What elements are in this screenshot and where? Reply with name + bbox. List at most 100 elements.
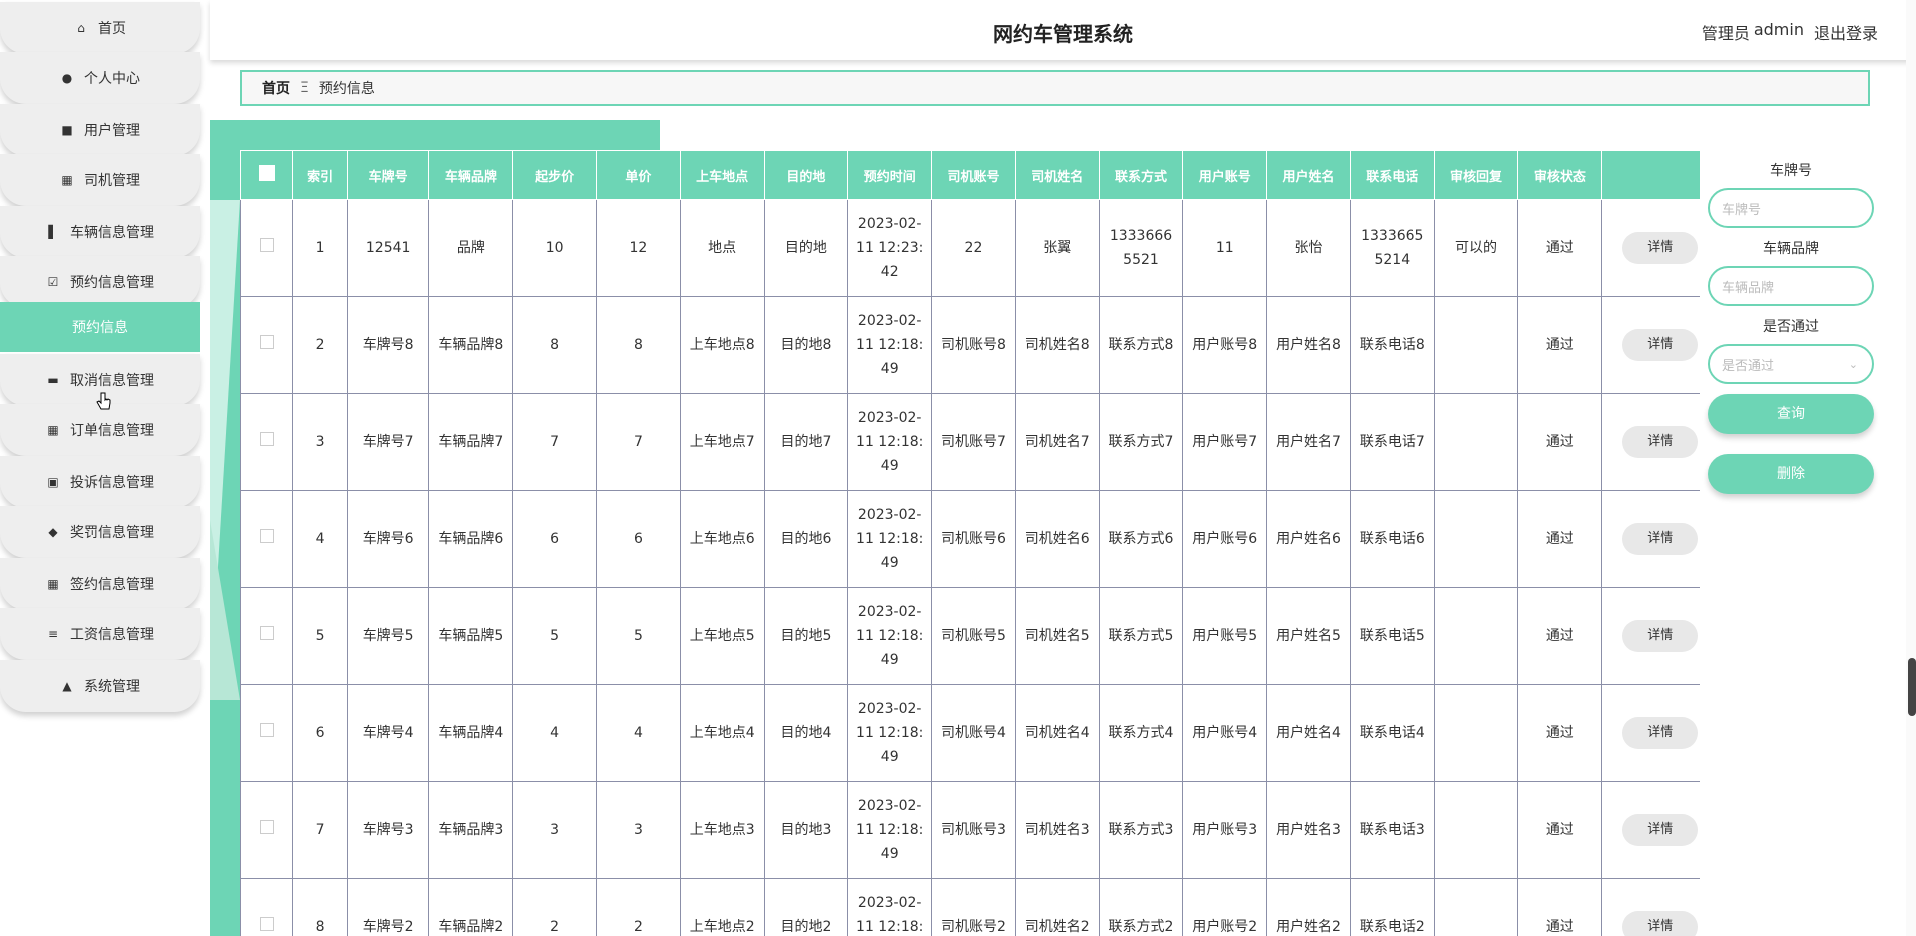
table-cell: 联系方式2 bbox=[1098, 878, 1184, 936]
sidebar-item-6[interactable]: 预约信息 bbox=[0, 302, 200, 352]
row-checkbox[interactable] bbox=[259, 432, 274, 446]
row-select-cell bbox=[240, 393, 294, 491]
column-header: 司机姓名 bbox=[1014, 150, 1100, 200]
sidebar-item-12[interactable]: ≡ 工资信息管理 bbox=[0, 608, 200, 660]
sidebar-item-5[interactable]: ☑ 预约信息管理 bbox=[0, 256, 200, 308]
row-select-cell bbox=[240, 296, 294, 394]
table-cell: 用户账号8 bbox=[1182, 296, 1268, 394]
sidebar-item-label: 司机管理 bbox=[84, 173, 140, 189]
row-checkbox[interactable] bbox=[259, 917, 274, 931]
sidebar-item-3[interactable]: ▦ 司机管理 bbox=[0, 154, 200, 206]
row-checkbox[interactable] bbox=[259, 820, 274, 834]
table-cell: 2 bbox=[292, 296, 348, 394]
table-cell: 4 bbox=[292, 490, 348, 588]
row-select-cell bbox=[240, 199, 294, 297]
table-row: 6 车牌号4 车辆品牌4 4 4 上车地点4 目的地4 2023-02-11 12:18:49… bbox=[240, 684, 1700, 782]
row-checkbox[interactable] bbox=[259, 626, 274, 640]
table-cell: 车辆品牌2 bbox=[428, 878, 514, 936]
plate-input[interactable]: 车牌号 bbox=[1708, 188, 1874, 228]
select-all-checkbox[interactable] bbox=[258, 165, 275, 181]
scrollbar-track[interactable] bbox=[1906, 0, 1916, 936]
table-cell: 2023-02-11 12:18:49 bbox=[847, 587, 933, 685]
detail-button[interactable]: 详情 bbox=[1622, 717, 1699, 749]
search-panel: 车牌号 车牌号 车辆品牌 车辆品牌 是否通过 是否通过 ⌄ 查询 删除 bbox=[1708, 150, 1874, 494]
sidebar-item-9[interactable]: ▣ 投诉信息管理 bbox=[0, 456, 200, 508]
table-cell: 7 bbox=[596, 393, 681, 491]
table-row: 4 车牌号6 车辆品牌6 6 6 上车地点6 目的地6 2023-02-11 12:18:49… bbox=[240, 490, 1700, 588]
row-select-cell bbox=[240, 878, 294, 936]
pass-select[interactable]: 是否通过 ⌄ bbox=[1708, 344, 1874, 384]
table-cell: 联系电话5 bbox=[1349, 587, 1435, 685]
row-checkbox[interactable] bbox=[259, 238, 274, 252]
hand-cursor-icon bbox=[96, 392, 111, 410]
table-cell: 目的地4 bbox=[763, 684, 849, 782]
detail-button[interactable]: 详情 bbox=[1622, 329, 1699, 361]
table-cell: 车牌号5 bbox=[346, 587, 430, 685]
row-actions-cell: 详情修改 bbox=[1601, 296, 1700, 394]
table-cell: 目的地7 bbox=[763, 393, 849, 491]
breadcrumb-home[interactable]: 首页 bbox=[262, 78, 290, 98]
users-icon: ■ bbox=[61, 123, 73, 137]
brand-placeholder: 车辆品牌 bbox=[1722, 280, 1775, 296]
table-cell: 通过 bbox=[1517, 587, 1603, 685]
sidebar-item-13[interactable]: ▲ 系统管理 bbox=[0, 660, 200, 712]
detail-button[interactable]: 详情 bbox=[1622, 232, 1699, 264]
table-cell: 用户账号2 bbox=[1182, 878, 1268, 936]
chevron-down-icon: ⌄ bbox=[1848, 357, 1858, 371]
table-cell: 车辆品牌8 bbox=[428, 296, 514, 394]
delete-button[interactable]: 删除 bbox=[1708, 454, 1874, 494]
table-cell: 司机姓名3 bbox=[1014, 781, 1100, 879]
reservation-table: 索引 车牌号 车辆品牌 起步价 单价 上车地点 目的地 预约时间 司机账号 司机姓名 联系方式 用户账… bbox=[240, 150, 1700, 936]
table-cell: 上车地点7 bbox=[679, 393, 765, 491]
logout-link[interactable]: 退出登录 bbox=[1814, 20, 1878, 44]
table-cell: 通过 bbox=[1517, 393, 1603, 491]
column-header: 单价 bbox=[596, 150, 681, 200]
monitor-icon: ▣ bbox=[47, 475, 59, 489]
sidebar-item-4[interactable]: ▌ 车辆信息管理 bbox=[0, 206, 200, 258]
table-cell: 通过 bbox=[1517, 490, 1603, 588]
column-header: 车辆品牌 bbox=[428, 150, 514, 200]
detail-button[interactable]: 详情 bbox=[1622, 523, 1699, 555]
detail-button[interactable]: 详情 bbox=[1622, 814, 1699, 846]
brand-input[interactable]: 车辆品牌 bbox=[1708, 266, 1874, 306]
table-cell: 联系方式6 bbox=[1098, 490, 1184, 588]
table-cell: 4 bbox=[596, 684, 681, 782]
row-checkbox[interactable] bbox=[259, 529, 274, 543]
table-cell: 张翼 bbox=[1014, 199, 1100, 297]
plate-placeholder: 车牌号 bbox=[1722, 202, 1762, 218]
table-cell: 通过 bbox=[1517, 296, 1603, 394]
query-button[interactable]: 查询 bbox=[1708, 394, 1874, 434]
row-checkbox[interactable] bbox=[259, 723, 274, 737]
detail-button[interactable]: 详情 bbox=[1622, 426, 1699, 458]
detail-button[interactable]: 详情 bbox=[1622, 911, 1699, 936]
detail-button[interactable]: 详情 bbox=[1622, 620, 1699, 652]
sidebar-item-label: 订单信息管理 bbox=[70, 423, 154, 439]
pass-placeholder: 是否通过 bbox=[1722, 358, 1775, 374]
table-cell: 上车地点4 bbox=[679, 684, 765, 782]
row-checkbox[interactable] bbox=[259, 335, 274, 349]
table-cell: 通过 bbox=[1517, 199, 1603, 297]
chart-icon: ▌ bbox=[48, 225, 58, 239]
sidebar-item-1[interactable]: ● 个人中心 bbox=[0, 52, 200, 104]
sidebar-item-2[interactable]: ■ 用户管理 bbox=[0, 104, 200, 156]
sidebar-item-0[interactable]: ⌂ 首页 bbox=[0, 2, 200, 54]
sidebar-item-11[interactable]: ▦ 签约信息管理 bbox=[0, 558, 200, 610]
table-cell: 联系方式8 bbox=[1098, 296, 1184, 394]
table-cell: 司机姓名4 bbox=[1014, 684, 1100, 782]
column-header: 用户账号 bbox=[1182, 150, 1268, 200]
sidebar-item-10[interactable]: ◆ 奖罚信息管理 bbox=[0, 506, 200, 558]
table-cell: 联系电话8 bbox=[1349, 296, 1435, 394]
column-header: 操作 bbox=[1601, 150, 1700, 200]
table-cell: 联系电话7 bbox=[1349, 393, 1435, 491]
table-cell: 车牌号2 bbox=[346, 878, 430, 936]
table-container: 索引 车牌号 车辆品牌 起步价 单价 上车地点 目的地 预约时间 司机账号 司机姓名 联系方式 用户账… bbox=[240, 150, 1700, 936]
scrollbar-thumb[interactable] bbox=[1908, 658, 1916, 716]
table-cell: 2023-02-11 12:18:49 bbox=[847, 490, 933, 588]
table-cell: 联系方式7 bbox=[1098, 393, 1184, 491]
table-cell: 8 bbox=[512, 296, 598, 394]
table-cell: 联系电话4 bbox=[1349, 684, 1435, 782]
clipboard-icon: ☑ bbox=[47, 275, 59, 289]
table-cell: 联系方式4 bbox=[1098, 684, 1184, 782]
table-cell: 通过 bbox=[1517, 781, 1603, 879]
table-cell: 上车地点5 bbox=[679, 587, 765, 685]
